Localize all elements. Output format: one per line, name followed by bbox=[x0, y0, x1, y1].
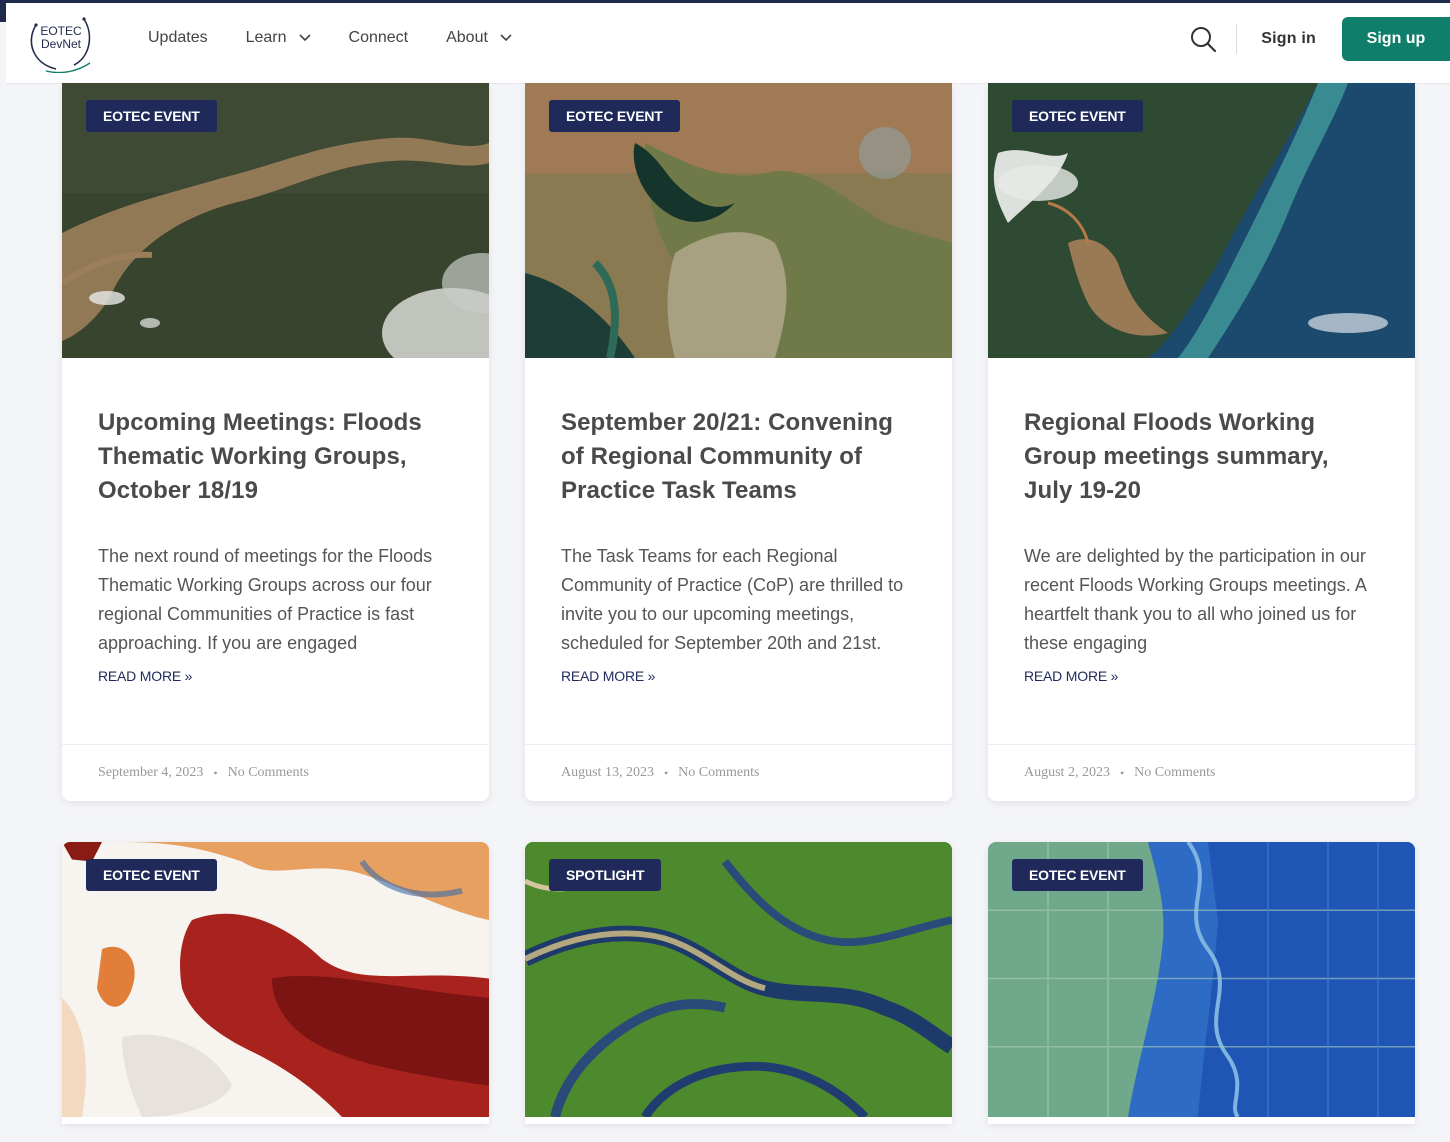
post-card[interactable]: EOTEC EVENT bbox=[988, 842, 1415, 1124]
header-divider bbox=[1236, 24, 1238, 54]
chevron-down-icon bbox=[298, 34, 311, 42]
post-comments[interactable]: No Comments bbox=[228, 765, 309, 781]
sign-up-button[interactable]: Sign up bbox=[1342, 17, 1450, 61]
site-header: EOTEC DevNet Updates Learn Connect About… bbox=[6, 3, 1450, 83]
search-icon[interactable] bbox=[1188, 24, 1218, 54]
nav-about-label: About bbox=[446, 29, 488, 46]
post-comments[interactable]: No Comments bbox=[678, 765, 759, 781]
sign-in-link[interactable]: Sign in bbox=[1261, 30, 1316, 48]
category-badge[interactable]: EOTEC EVENT bbox=[549, 100, 680, 132]
post-meta: September 4, 2023 • No Comments bbox=[62, 744, 489, 801]
category-badge[interactable]: EOTEC EVENT bbox=[86, 100, 217, 132]
post-excerpt: We are delighted by the participation in… bbox=[1024, 546, 1366, 653]
nav-updates[interactable]: Updates bbox=[148, 29, 208, 47]
main-nav: Updates Learn Connect About bbox=[148, 3, 550, 73]
nav-updates-label: Updates bbox=[148, 29, 208, 46]
post-date: August 13, 2023 bbox=[561, 765, 654, 780]
post-title[interactable]: September 20/21: Convening of Regional C… bbox=[561, 406, 916, 508]
read-more-link[interactable]: READ MORE » bbox=[1024, 668, 1379, 684]
category-badge[interactable]: EOTEC EVENT bbox=[1012, 859, 1143, 891]
chevron-down-icon bbox=[500, 34, 512, 42]
meta-separator: • bbox=[1119, 765, 1125, 780]
post-title[interactable]: Upcoming Meetings: Floods Thematic Worki… bbox=[98, 406, 453, 508]
meta-separator: • bbox=[663, 765, 669, 780]
post-image[interactable]: EOTEC EVENT bbox=[62, 83, 489, 358]
nav-learn[interactable]: Learn bbox=[246, 29, 311, 47]
post-card[interactable]: SPOTLIGHT bbox=[525, 842, 952, 1124]
post-image[interactable]: EOTEC EVENT bbox=[62, 842, 489, 1124]
post-meta: August 2, 2023 • No Comments bbox=[988, 744, 1415, 801]
post-date: August 2, 2023 bbox=[1024, 765, 1110, 780]
post-image[interactable]: EOTEC EVENT bbox=[525, 83, 952, 358]
category-badge[interactable]: EOTEC EVENT bbox=[86, 859, 217, 891]
post-meta: August 13, 2023 • No Comments bbox=[525, 744, 952, 801]
logo-line-2: DevNet bbox=[40, 37, 81, 51]
post-excerpt: The Task Teams for each Regional Communi… bbox=[561, 546, 904, 653]
post-excerpt: The next round of meetings for the Flood… bbox=[98, 546, 433, 653]
nav-about[interactable]: About bbox=[446, 29, 512, 47]
nav-connect-label: Connect bbox=[348, 29, 409, 46]
post-card[interactable]: EOTEC EVENT bbox=[62, 842, 489, 1124]
nav-connect[interactable]: Connect bbox=[349, 29, 409, 47]
category-badge[interactable]: EOTEC EVENT bbox=[1012, 100, 1143, 132]
post-comments[interactable]: No Comments bbox=[1134, 765, 1215, 781]
read-more-link[interactable]: READ MORE » bbox=[98, 668, 453, 684]
meta-separator: • bbox=[213, 765, 218, 780]
post-card[interactable]: EOTEC EVENT September 20/21: Convening o… bbox=[525, 83, 952, 801]
post-title[interactable]: Regional Floods Working Group meetings s… bbox=[1024, 406, 1379, 508]
nav-learn-label: Learn bbox=[245, 29, 287, 46]
read-more-link[interactable]: READ MORE » bbox=[561, 668, 916, 684]
site-logo[interactable]: EOTEC DevNet bbox=[26, 11, 96, 74]
post-image[interactable]: EOTEC EVENT bbox=[988, 83, 1415, 358]
post-card[interactable]: EOTEC EVENT Upcoming Meetings: Floods Th… bbox=[62, 83, 489, 801]
post-image[interactable]: SPOTLIGHT bbox=[525, 842, 952, 1124]
category-badge[interactable]: SPOTLIGHT bbox=[549, 859, 662, 891]
post-date: September 4, 2023 bbox=[98, 765, 204, 780]
post-card[interactable]: EOTEC EVENT Regional Floods Working Grou… bbox=[988, 83, 1415, 801]
post-image[interactable]: EOTEC EVENT bbox=[988, 842, 1415, 1124]
